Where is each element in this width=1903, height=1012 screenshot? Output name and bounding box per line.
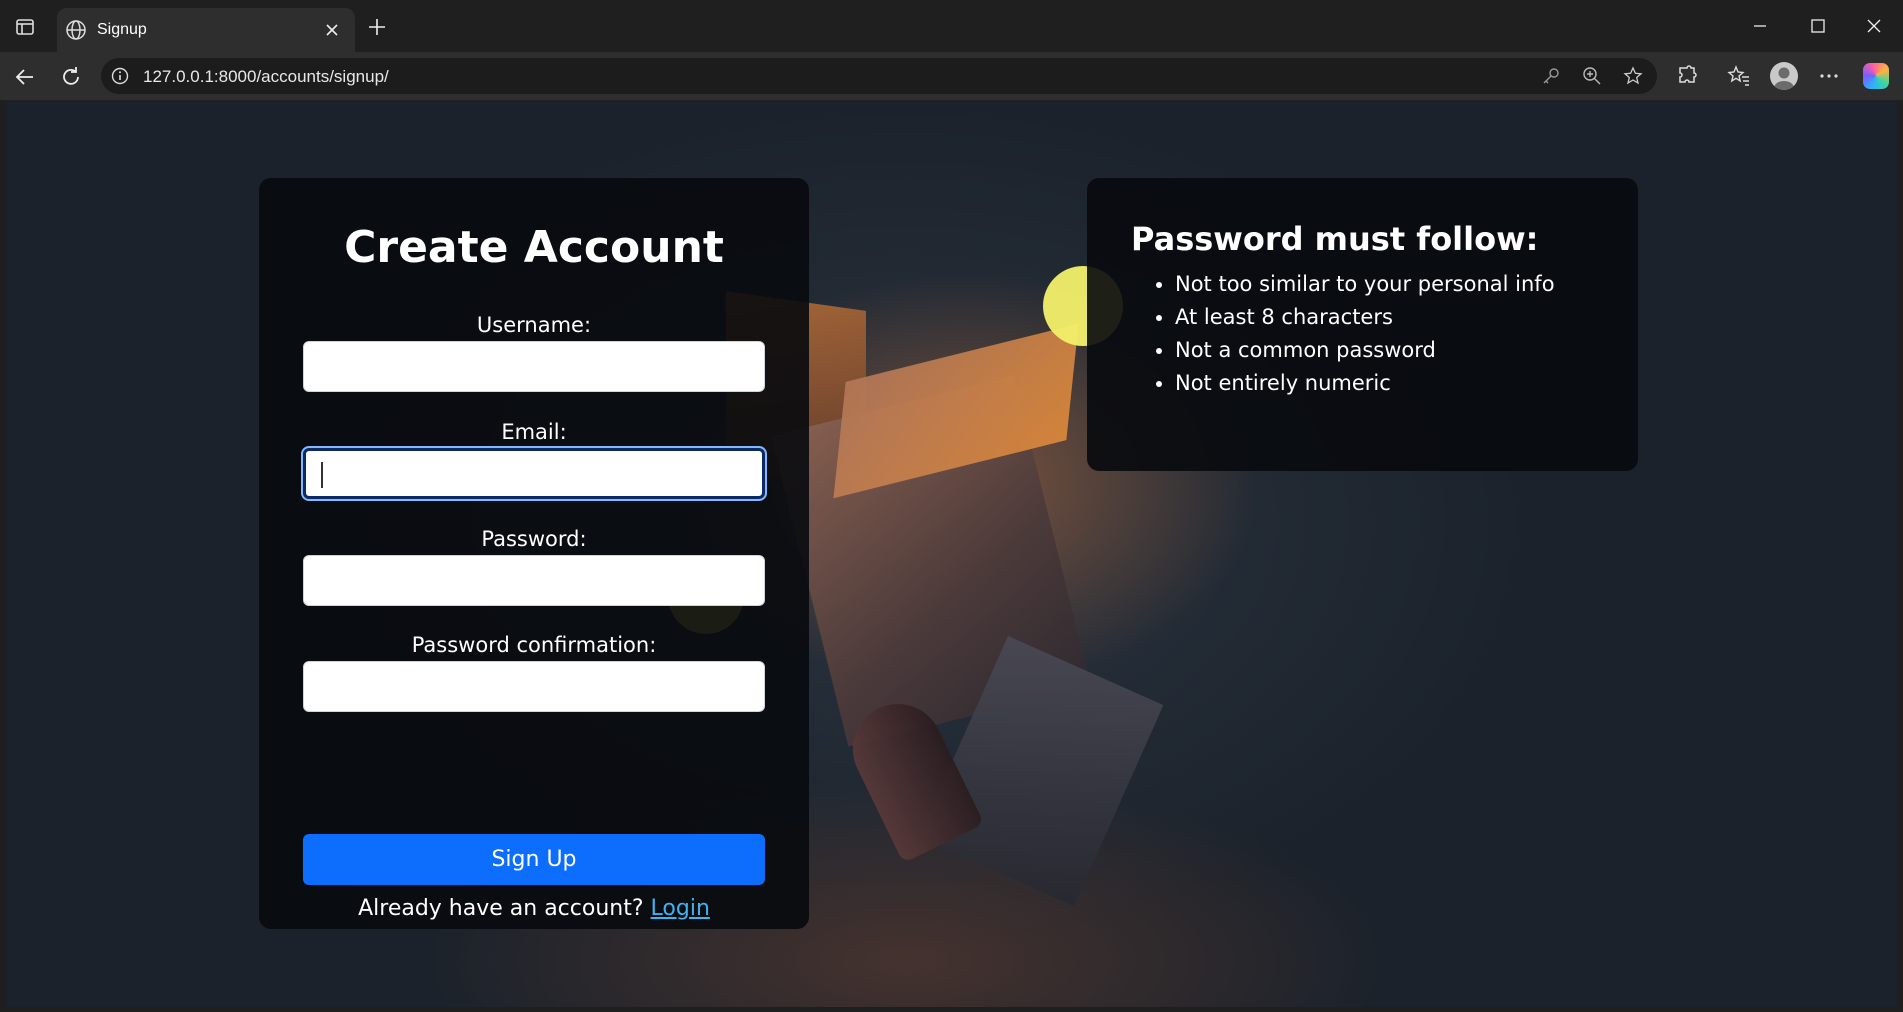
browser-tab-bar: Signup bbox=[0, 0, 1903, 52]
tab-actions-icon[interactable] bbox=[14, 16, 36, 38]
extensions-icon[interactable] bbox=[1675, 64, 1699, 88]
list-item: Not too similar to your personal info bbox=[1175, 268, 1555, 301]
login-prompt-text: Already have an account? bbox=[358, 896, 644, 921]
address-bar[interactable]: 127.0.0.1:8000/accounts/signup/ bbox=[101, 58, 1657, 94]
email-input[interactable] bbox=[303, 448, 765, 499]
signup-card: Create Account Username: Email: Password… bbox=[259, 178, 809, 929]
tab-title: Signup bbox=[97, 21, 147, 38]
login-link[interactable]: Login bbox=[651, 896, 710, 921]
site-info-icon[interactable] bbox=[111, 67, 129, 85]
list-item: Not entirely numeric bbox=[1175, 367, 1555, 400]
list-item: Not a common password bbox=[1175, 334, 1555, 367]
key-icon[interactable] bbox=[1541, 66, 1561, 86]
url-text[interactable]: 127.0.0.1:8000/accounts/signup/ bbox=[143, 67, 389, 87]
page-title: Create Account bbox=[344, 222, 724, 273]
reload-icon[interactable] bbox=[58, 64, 84, 90]
password-confirmation-label: Password confirmation: bbox=[411, 633, 657, 657]
username-label: Username: bbox=[476, 313, 592, 337]
username-input[interactable] bbox=[303, 341, 765, 392]
password-input[interactable] bbox=[303, 555, 765, 606]
login-prompt: Already have an account? Login bbox=[259, 896, 809, 921]
profile-avatar[interactable] bbox=[1770, 62, 1798, 90]
password-label: Password: bbox=[481, 527, 587, 551]
minimize-icon[interactable] bbox=[1748, 14, 1772, 38]
favorite-star-icon[interactable] bbox=[1623, 66, 1643, 86]
more-options-icon[interactable] bbox=[1817, 64, 1841, 88]
page-viewport: Create Account Username: Email: Password… bbox=[6, 101, 1897, 1007]
email-label: Email: bbox=[501, 420, 567, 444]
password-rules-card: Password must follow: Not too similar to… bbox=[1087, 178, 1638, 471]
sign-up-button[interactable]: Sign Up bbox=[303, 834, 765, 885]
text-caret bbox=[321, 462, 323, 488]
copilot-icon[interactable] bbox=[1863, 63, 1889, 89]
address-toolbar: 127.0.0.1:8000/accounts/signup/ bbox=[0, 52, 1903, 100]
password-confirmation-input[interactable] bbox=[303, 661, 765, 712]
back-arrow-icon[interactable] bbox=[12, 64, 38, 90]
close-tab-icon[interactable] bbox=[323, 21, 341, 39]
list-item: At least 8 characters bbox=[1175, 301, 1555, 334]
favorites-icon[interactable] bbox=[1727, 64, 1751, 88]
rules-list: Not too similar to your personal info At… bbox=[1131, 268, 1555, 400]
maximize-icon[interactable] bbox=[1806, 14, 1830, 38]
close-window-icon[interactable] bbox=[1862, 14, 1886, 38]
new-tab-icon[interactable] bbox=[366, 16, 388, 38]
globe-icon bbox=[65, 19, 87, 41]
zoom-icon[interactable] bbox=[1582, 66, 1602, 86]
rules-heading: Password must follow: bbox=[1131, 220, 1539, 258]
browser-tab[interactable]: Signup bbox=[57, 8, 355, 52]
